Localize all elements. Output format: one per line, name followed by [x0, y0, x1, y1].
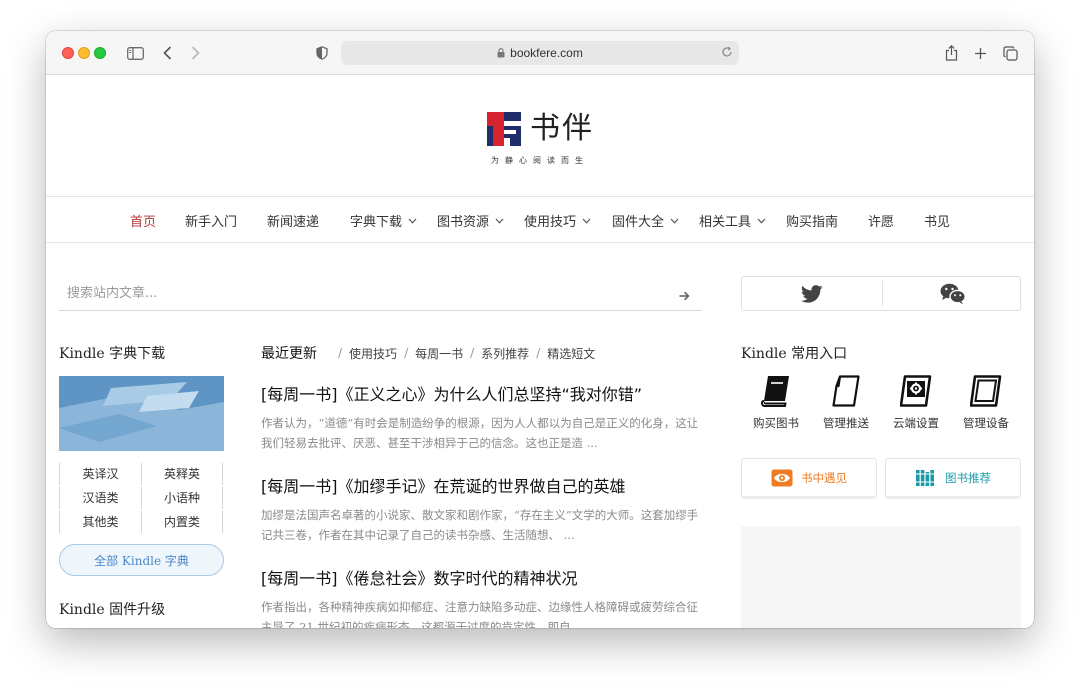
site-logo[interactable]: 书伴: [487, 112, 594, 146]
post-title[interactable]: [每周一书]《正义之心》为什么人们总坚持“我对你错”: [261, 381, 642, 405]
recent-cat-tips[interactable]: 使用技巧: [349, 345, 397, 362]
browser-toolbar: bookfere.com: [46, 31, 1034, 75]
all-dict-button[interactable]: 全部 Kindle 字典: [59, 544, 224, 576]
quick-entry-label: 管理推送: [823, 416, 869, 430]
post-excerpt: 作者认为，“道德”有时会是制造纷争的根源，因为人人都以为自己是正义的化身，这让我…: [261, 416, 699, 450]
nav-item-tools[interactable]: 相关工具: [699, 211, 766, 230]
nav-item-buying-guide[interactable]: 购买指南: [786, 211, 838, 230]
sidebar-toggle-icon[interactable]: [125, 42, 145, 64]
promo-label: 书中遇见: [801, 470, 847, 485]
search-input[interactable]: [59, 278, 659, 308]
share-icon[interactable]: [943, 42, 959, 64]
post-excerpt: 加缪是法国声名卓著的小说家、散文家和剧作家，“存在主义”文学的大师。这套加缪手记…: [261, 508, 699, 542]
ad-placeholder: [741, 526, 1021, 628]
chevron-down-icon: [757, 218, 766, 224]
dict-link-other[interactable]: 其他类: [59, 511, 141, 533]
quick-entry-manage-push[interactable]: 管理推送: [816, 373, 876, 431]
nav-item-book-resources[interactable]: 图书资源: [437, 211, 504, 230]
bookshelf-icon: [916, 469, 934, 486]
document-icon: [816, 373, 876, 409]
recent-updates-title: 最近更新: [261, 346, 317, 362]
eye-book-icon: [771, 469, 793, 486]
cloud-settings-icon: [886, 373, 946, 409]
arrow-right-icon[interactable]: [679, 286, 690, 305]
url-text: bookfere.com: [510, 46, 583, 60]
chevron-down-icon: [495, 218, 504, 224]
promo-label: 图书推荐: [945, 470, 991, 485]
dict-section-title: Kindle 字典下载: [59, 346, 166, 362]
twitter-icon: [801, 284, 823, 303]
reload-icon[interactable]: [721, 46, 733, 61]
quick-entry-manage-devices[interactable]: 管理设备: [956, 373, 1016, 431]
dict-link-en-en[interactable]: 英释英: [141, 463, 223, 485]
promo-book-encounters[interactable]: 书中遇见: [741, 458, 877, 499]
bookfere-logo-icon: [487, 112, 521, 146]
site-tagline: 为静心阅读而生: [491, 156, 589, 165]
nav-item-tips[interactable]: 使用技巧: [524, 211, 591, 230]
quick-entry-label: 购买图书: [753, 416, 799, 430]
site-logo-text: 书伴: [530, 111, 594, 146]
quick-entry-cloud-settings[interactable]: 云端设置: [886, 373, 946, 431]
zoom-window-button[interactable]: [94, 47, 106, 59]
site-header: 书伴 为静心阅读而生: [46, 75, 1034, 197]
book-icon: [746, 373, 806, 409]
close-window-button[interactable]: [62, 47, 74, 59]
dict-banner-image[interactable]: [59, 376, 224, 451]
dict-link-chinese[interactable]: 汉语类: [59, 487, 141, 509]
minimize-window-button[interactable]: [78, 47, 90, 59]
post-title[interactable]: [每周一书]《倦怠社会》数字时代的精神状况: [261, 565, 578, 589]
quick-entry-label: 云端设置: [893, 416, 939, 430]
dict-link-en-zh[interactable]: 英译汉: [59, 463, 141, 485]
browser-window: bookfere.com 书伴 为静心阅读而生 首页 新手入门 新闻速递 字典下…: [46, 31, 1034, 628]
chevron-down-icon: [408, 218, 417, 224]
privacy-shield-icon[interactable]: [314, 42, 330, 64]
promo-book-recommendations[interactable]: 图书推荐: [885, 458, 1021, 499]
nav-item-beginner[interactable]: 新手入门: [185, 211, 237, 230]
firmware-section-title: Kindle 固件升级: [59, 602, 166, 618]
tab-overview-icon[interactable]: [1002, 42, 1018, 64]
chevron-down-icon: [582, 218, 591, 224]
post-excerpt: 作者指出，各种精神疾病如抑郁症、注意力缺陷多动症、边缘性人格障碍或疲劳综合征主导…: [261, 600, 698, 628]
dict-link-minor-languages[interactable]: 小语种: [141, 487, 223, 509]
address-bar[interactable]: bookfere.com: [341, 41, 739, 65]
recent-cat-short-essays[interactable]: 精选短文: [547, 345, 595, 362]
new-tab-icon[interactable]: [972, 42, 988, 64]
nav-item-book-notes[interactable]: 书见: [924, 211, 950, 230]
nav-item-dictionaries[interactable]: 字典下载: [350, 211, 417, 230]
nav-item-wishes[interactable]: 许愿: [868, 211, 894, 230]
chevron-down-icon: [670, 218, 679, 224]
recent-updates-header: 最近更新 / 使用技巧 / 每周一书 / 系列推荐 / 精选短文: [261, 343, 595, 363]
site-search: [59, 278, 702, 311]
nav-item-home[interactable]: 首页: [130, 211, 156, 230]
wechat-icon: [940, 283, 966, 304]
wechat-link[interactable]: [883, 277, 1023, 310]
forward-icon[interactable]: [188, 42, 202, 64]
quick-entry-buy-books[interactable]: 购买图书: [746, 373, 806, 431]
quick-entry-label: 管理设备: [963, 416, 1009, 430]
kindle-entry-title: Kindle 常用入口: [741, 346, 848, 362]
post-title[interactable]: [每周一书]《加缪手记》在荒诞的世界做自己的英雄: [261, 473, 626, 497]
back-icon[interactable]: [160, 42, 174, 64]
nav-item-firmware[interactable]: 固件大全: [612, 211, 679, 230]
nav-item-news[interactable]: 新闻速递: [267, 211, 319, 230]
lock-icon: [497, 48, 505, 58]
recent-cat-series[interactable]: 系列推荐: [481, 345, 529, 362]
social-links: [741, 276, 1021, 311]
device-icon: [956, 373, 1016, 409]
recent-cat-weekly-book[interactable]: 每周一书: [415, 345, 463, 362]
dict-link-builtin[interactable]: 内置类: [141, 511, 223, 533]
twitter-link[interactable]: [742, 277, 882, 310]
main-nav: 首页 新手入门 新闻速递 字典下载 图书资源 使用技巧 固件大全 相关工具 购买…: [46, 197, 1034, 243]
